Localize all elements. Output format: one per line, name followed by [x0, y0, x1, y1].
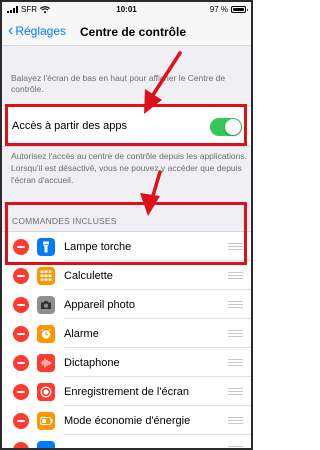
screen-frame: SFR 10:01 97 % ‹ Réglages Centre de cont… — [0, 0, 253, 450]
annotation-arrows — [140, 51, 182, 216]
